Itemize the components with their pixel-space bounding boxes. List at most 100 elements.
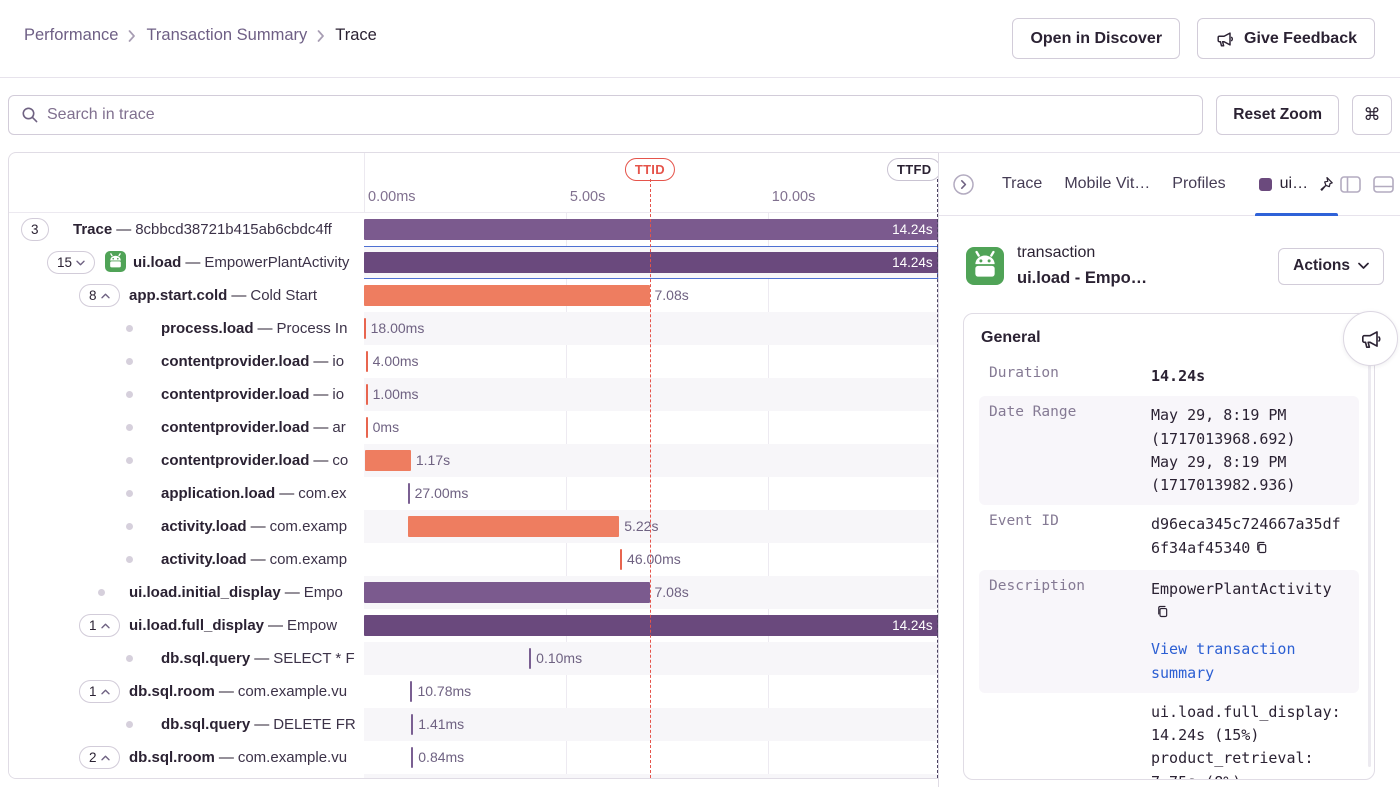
span-row[interactable]: 8app.start.cold—Cold Start7.08s xyxy=(9,279,938,312)
span-duration-bar[interactable] xyxy=(408,516,619,537)
span-row[interactable]: db.sql.query—INSERT OR0.70 xyxy=(9,774,938,779)
span-separator: — xyxy=(247,551,270,568)
span-name-cell[interactable]: 8app.start.cold—Cold Start xyxy=(9,279,364,312)
breadcrumb-transaction-summary[interactable]: Transaction Summary xyxy=(146,26,307,45)
span-name-cell[interactable]: application.load—com.ex xyxy=(9,477,364,510)
span-row[interactable]: contentprovider.load—io4.00ms xyxy=(9,345,938,378)
span-description: EmpowerPlantActivity xyxy=(204,254,349,271)
span-duration-label: 1.41ms xyxy=(418,714,464,735)
span-row[interactable]: ui.load.initial_display—Empo7.08s xyxy=(9,576,938,609)
span-row[interactable]: 2db.sql.room—com.example.vu0.84ms xyxy=(9,741,938,774)
shortcut-key-button[interactable]: ⌘ xyxy=(1352,95,1392,135)
tab-profiles[interactable]: Profiles xyxy=(1172,175,1225,193)
span-duration-bar[interactable] xyxy=(410,681,412,702)
tab-mobile-vitals[interactable]: Mobile Vit… xyxy=(1064,175,1150,193)
span-row[interactable]: 15ui.load—EmpowerPlantActivity14.24s xyxy=(9,246,938,279)
span-duration-bar[interactable] xyxy=(366,384,368,405)
span-name-cell[interactable]: ui.load.initial_display—Empo xyxy=(9,576,364,609)
tree-leaf-dot xyxy=(126,358,133,365)
search-input[interactable] xyxy=(47,106,1190,124)
span-row[interactable]: contentprovider.load—io1.00ms xyxy=(9,378,938,411)
tree-leaf-dot xyxy=(126,490,133,497)
span-name-cell[interactable]: 1ui.load.full_display—Empow xyxy=(9,609,364,642)
span-row[interactable]: db.sql.query—DELETE FR 1.41ms xyxy=(9,708,938,741)
span-row[interactable]: 3Trace—8cbbcd38721b415ab6cbdc4ff14.24s xyxy=(9,213,938,246)
feedback-floating-button[interactable] xyxy=(1343,311,1398,366)
open-in-discover-button[interactable]: Open in Discover xyxy=(1012,18,1180,59)
span-duration-bar[interactable] xyxy=(366,417,368,438)
reset-zoom-button[interactable]: Reset Zoom xyxy=(1216,95,1339,135)
span-row[interactable]: process.load—Process In18.00ms xyxy=(9,312,938,345)
span-duration-bar[interactable] xyxy=(620,549,622,570)
span-children-count-pill[interactable]: 3 xyxy=(21,218,49,241)
span-duration-label: 0.10ms xyxy=(536,648,582,669)
timeline-tick-label: 5.00s xyxy=(570,189,605,205)
span-duration-bar[interactable] xyxy=(411,747,413,768)
span-duration-bar[interactable] xyxy=(364,285,650,306)
copy-icon[interactable] xyxy=(1254,539,1269,562)
span-op: activity.load xyxy=(161,551,247,568)
span-op: db.sql.query xyxy=(161,716,250,733)
breadcrumb-performance[interactable]: Performance xyxy=(24,26,118,45)
copy-icon[interactable] xyxy=(1155,603,1170,626)
span-separator: — xyxy=(250,716,273,733)
span-name-cell[interactable]: activity.load—com.examp xyxy=(9,510,364,543)
expand-panel-icon[interactable] xyxy=(952,173,975,196)
tab-trace[interactable]: Trace xyxy=(1002,175,1042,193)
span-name-cell[interactable]: contentprovider.load—ar xyxy=(9,411,364,444)
span-name-cell[interactable]: db.sql.query—DELETE FR xyxy=(9,708,364,741)
description-row: Description EmpowerPlantActivity View tr… xyxy=(979,570,1359,693)
span-row[interactable]: activity.load—com.examp5.22s xyxy=(9,510,938,543)
span-duration-bar[interactable] xyxy=(364,318,366,339)
span-children-count-pill[interactable]: 1 xyxy=(79,614,120,637)
layout-left-icon[interactable] xyxy=(1340,176,1361,193)
span-name-cell[interactable]: 2db.sql.room—com.example.vu xyxy=(9,741,364,774)
span-name-cell[interactable]: process.load—Process In xyxy=(9,312,364,345)
span-name-cell[interactable]: contentprovider.load—io xyxy=(9,345,364,378)
span-duration-bar[interactable] xyxy=(365,450,411,471)
span-name-cell[interactable]: 1db.sql.room—com.example.vu xyxy=(9,675,364,708)
span-duration-bar[interactable] xyxy=(529,648,531,669)
span-row[interactable]: activity.load—com.examp46.00ms xyxy=(9,543,938,576)
span-children-count-pill[interactable]: 2 xyxy=(79,746,120,769)
span-duration-bar[interactable] xyxy=(408,483,410,504)
span-row[interactable]: contentprovider.load—ar0ms xyxy=(9,411,938,444)
span-description: io xyxy=(332,386,344,403)
search-input-wrapper[interactable] xyxy=(8,95,1203,135)
chevron-up-icon xyxy=(101,689,110,695)
span-name-cell[interactable]: db.sql.query—INSERT OR xyxy=(9,774,364,779)
give-feedback-button[interactable]: Give Feedback xyxy=(1197,18,1375,59)
span-children-count-pill[interactable]: 15 xyxy=(47,251,95,274)
actions-button[interactable]: Actions xyxy=(1278,248,1384,285)
tree-leaf-dot xyxy=(98,589,105,596)
span-separator: — xyxy=(309,386,332,403)
scrollbar[interactable] xyxy=(1368,324,1371,767)
span-row[interactable]: db.sql.query—SELECT * F 0.10ms xyxy=(9,642,938,675)
span-children-count-pill[interactable]: 8 xyxy=(79,284,120,307)
pin-icon[interactable] xyxy=(1316,175,1334,193)
span-separator: — xyxy=(250,650,273,667)
span-separator: — xyxy=(254,320,277,337)
span-duration-bar[interactable] xyxy=(364,582,650,603)
span-title: db.sql.query—SELECT * F xyxy=(161,642,355,675)
span-description: 8cbbcd38721b415ab6cbdc4ff xyxy=(135,221,332,238)
tab-ui-load-active[interactable]: ui… xyxy=(1259,153,1334,215)
span-name-cell[interactable]: contentprovider.load—co xyxy=(9,444,364,477)
layout-bottom-icon[interactable] xyxy=(1373,176,1394,193)
tree-leaf-dot xyxy=(126,424,133,431)
span-duration-bar[interactable] xyxy=(366,351,368,372)
span-row[interactable]: 1ui.load.full_display—Empow14.24s xyxy=(9,609,938,642)
span-name-cell[interactable]: activity.load—com.examp xyxy=(9,543,364,576)
span-name-cell[interactable]: 15ui.load—EmpowerPlantActivity xyxy=(9,246,364,279)
span-separator: — xyxy=(275,485,298,502)
span-duration-bar[interactable] xyxy=(411,714,413,735)
span-name-cell[interactable]: db.sql.query—SELECT * F xyxy=(9,642,364,675)
view-transaction-summary-link[interactable]: View transaction summary xyxy=(1151,638,1349,685)
span-row[interactable]: application.load—com.ex27.00ms xyxy=(9,477,938,510)
span-row[interactable]: 1db.sql.room—com.example.vu10.78ms xyxy=(9,675,938,708)
span-name-cell[interactable]: 3Trace—8cbbcd38721b415ab6cbdc4ff xyxy=(9,213,364,246)
span-name-cell[interactable]: contentprovider.load—io xyxy=(9,378,364,411)
span-row[interactable]: contentprovider.load—co1.17s xyxy=(9,444,938,477)
layout-toggle-group xyxy=(1340,176,1400,193)
span-children-count-pill[interactable]: 1 xyxy=(79,680,120,703)
